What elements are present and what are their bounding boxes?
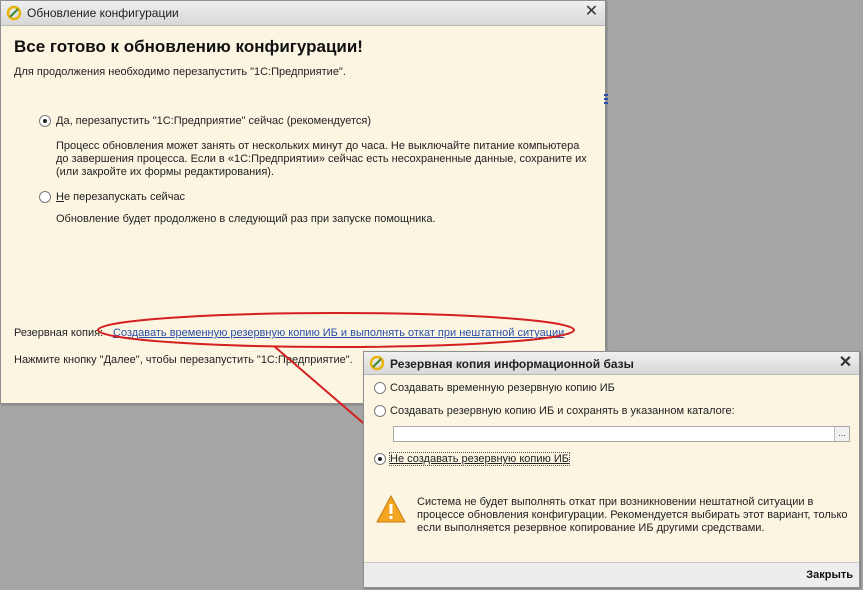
warning-line: если выполняется резервное копирование И… (417, 522, 765, 534)
backup-folder-input[interactable]: ... (393, 426, 850, 442)
1c-logo-icon (369, 355, 385, 371)
backup-dialog-title: Резервная копия информационной базы (390, 357, 634, 371)
close-icon[interactable]: ✕ (837, 354, 854, 371)
no-backup-label[interactable]: Не создавать резервную копию ИБ (389, 452, 570, 466)
highlight-ellipse (97, 312, 575, 348)
browse-button[interactable]: ... (834, 427, 849, 441)
warning-icon (376, 495, 406, 523)
no-backup-radio[interactable] (374, 453, 386, 465)
temp-backup-label[interactable]: Создавать временную резервную копию ИБ (390, 382, 615, 394)
warning-line: Система не будет выполнять откат при воз… (417, 496, 814, 508)
warning-line: процессе обновления конфигурации. Рекоме… (417, 509, 848, 521)
backup-to-folder-label[interactable]: Создавать резервную копию ИБ и сохранять… (390, 405, 735, 417)
close-button[interactable]: Закрыть (806, 569, 853, 581)
backup-titlebar: Резервная копия информационной базы ✕ (364, 352, 859, 375)
warning-text: Система не будет выполнять откат при воз… (417, 496, 848, 535)
temp-backup-radio[interactable] (374, 382, 386, 394)
backup-dialog-buttonbar: Закрыть (364, 562, 859, 587)
backup-to-folder-radio[interactable] (374, 405, 386, 417)
